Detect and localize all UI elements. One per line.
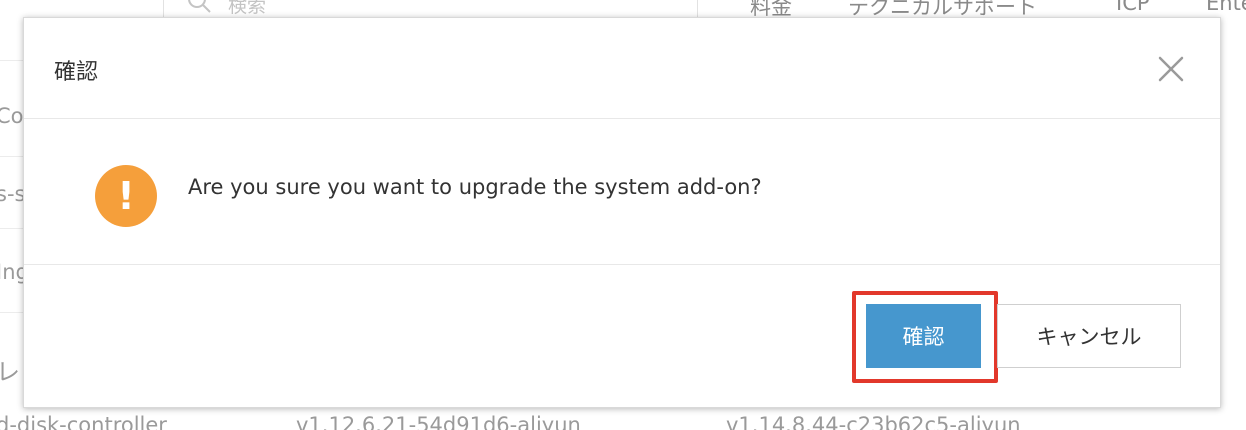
section-heading: レ bbox=[0, 358, 20, 386]
dialog-body: ! Are you sure you want to upgrade the s… bbox=[24, 119, 1220, 265]
exclamation-glyph: ! bbox=[117, 174, 135, 218]
list-item: s-s bbox=[0, 182, 26, 206]
dialog-title: 確認 bbox=[54, 60, 99, 85]
nav-item-icp[interactable]: ICP bbox=[1116, 0, 1150, 15]
confirm-button[interactable]: 確認 bbox=[866, 304, 981, 368]
nav-item-enterprise[interactable]: Ente bbox=[1206, 0, 1246, 15]
dialog-footer: 確認 キャンセル bbox=[24, 266, 1220, 409]
cancel-button[interactable]: キャンセル bbox=[997, 304, 1181, 368]
table-cell-name: d-disk-controller bbox=[0, 413, 167, 430]
table-cell-current-version: v1.12.6.21-54d91d6-aliyun bbox=[296, 413, 581, 430]
exclamation-icon: ! bbox=[95, 165, 157, 227]
list-item: Co bbox=[0, 104, 24, 128]
search-icon bbox=[188, 0, 211, 13]
dialog-header: 確認 bbox=[24, 18, 1220, 119]
nav-divider bbox=[697, 0, 698, 18]
table-cell-target-version: v1.14.8.44-c23b62c5-aliyun bbox=[726, 413, 1021, 430]
confirm-dialog: 確認 ! Are you sure you want to upgrade th… bbox=[23, 17, 1221, 408]
close-icon[interactable] bbox=[1154, 52, 1188, 86]
search-input[interactable]: 検索 bbox=[228, 0, 266, 18]
search-divider bbox=[163, 0, 164, 18]
dialog-message: Are you sure you want to upgrade the sys… bbox=[188, 175, 762, 199]
